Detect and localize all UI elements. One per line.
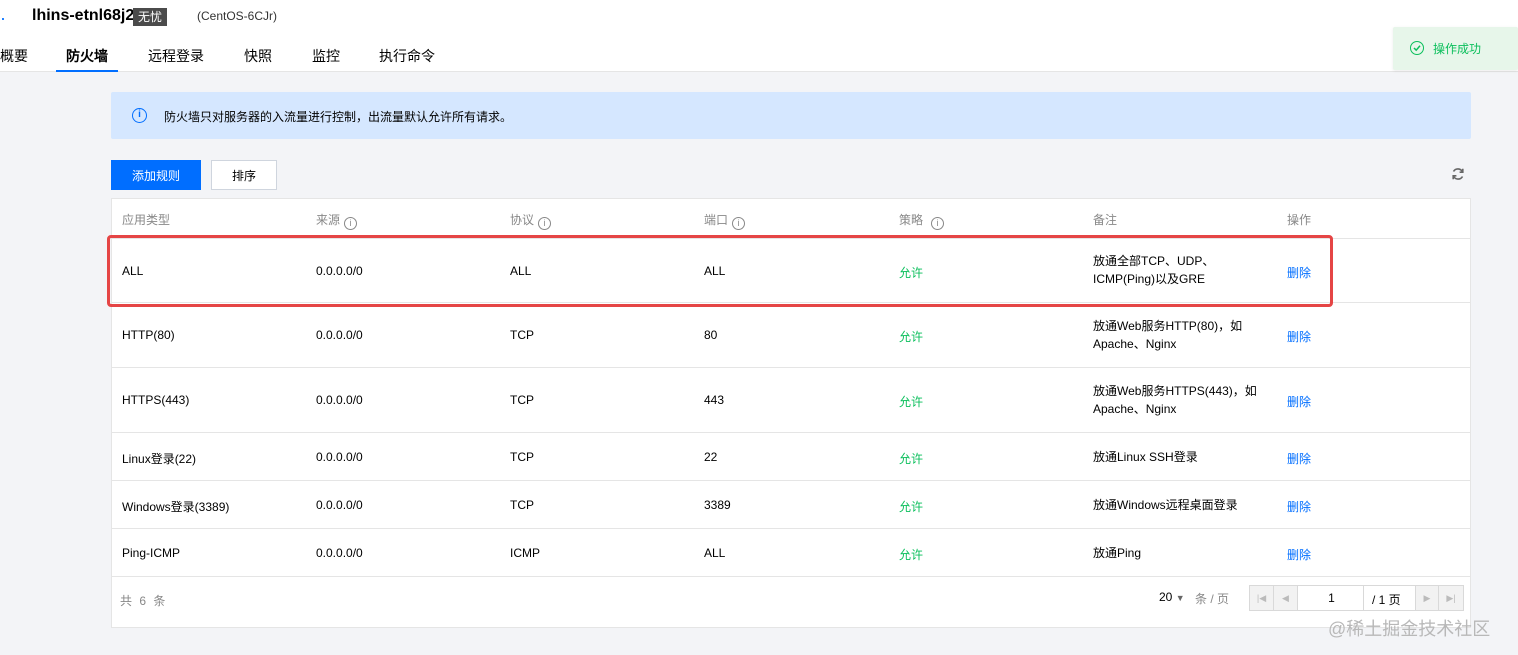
cell-source: 0.0.0.0/0 — [316, 393, 363, 407]
cell-source: 0.0.0.0/0 — [316, 546, 363, 560]
check-circle-icon — [1410, 41, 1424, 55]
page-size-select[interactable]: 20 ▼ — [1159, 590, 1185, 604]
back-arrow-icon[interactable]: · — [0, 8, 6, 29]
delete-link[interactable]: 删除 — [1287, 450, 1311, 467]
instance-name: lhins-etnl68j2 — [32, 7, 135, 24]
page-size-value: 20 — [1159, 590, 1173, 604]
column-policy-label: 策略 — [899, 213, 924, 227]
cell-protocol: TCP — [510, 450, 534, 464]
cell-policy: 允许 — [899, 500, 924, 514]
total-pages: / 1 页 — [1372, 593, 1401, 607]
column-source: 来源 i — [316, 211, 358, 230]
cell-source: 0.0.0.0/0 — [316, 328, 363, 342]
table-row: Windows登录(3389) 0.0.0.0/0 TCP 3389 允许 放通… — [112, 481, 1470, 529]
cell-protocol: TCP — [510, 328, 534, 342]
cell-protocol: TCP — [510, 393, 534, 407]
cell-source: 0.0.0.0/0 — [316, 498, 363, 512]
table-row: HTTPS(443) 0.0.0.0/0 TCP 443 允许 放通Web服务H… — [112, 368, 1470, 433]
column-remark: 备注 — [1093, 213, 1118, 227]
cell-app: Linux登录(22) — [122, 452, 197, 466]
table-row: HTTP(80) 0.0.0.0/0 TCP 80 允许 放通Web服务HTTP… — [112, 303, 1470, 368]
add-rule-button[interactable]: 添加规则 — [111, 160, 201, 190]
cell-policy: 允许 — [899, 548, 924, 562]
cell-policy: 允许 — [899, 452, 924, 466]
column-action: 操作 — [1287, 213, 1312, 227]
instance-os: (CentOS-6CJr) — [197, 9, 278, 23]
cell-app: HTTP(80) — [122, 328, 175, 342]
refresh-icon[interactable] — [1451, 167, 1465, 181]
total-count: 共 6 条 — [120, 594, 168, 608]
instance-badge: 无忧 — [133, 8, 168, 26]
column-protocol-label: 协议 — [510, 213, 535, 227]
cell-app: HTTPS(443) — [122, 393, 190, 407]
cell-protocol: ICMP — [510, 546, 540, 560]
prev-page-icon[interactable]: ◀ — [1274, 586, 1298, 610]
success-toast: 操作成功 — [1393, 27, 1518, 70]
column-port: 端口 i — [704, 211, 746, 230]
table-header: 应用类型 来源 i 协议 i 端口 i 策略 i 备注 操作 — [112, 199, 1470, 239]
last-page-icon[interactable]: ▶| — [1439, 586, 1463, 610]
delete-link[interactable]: 删除 — [1287, 328, 1311, 345]
cell-policy: 允许 — [899, 330, 924, 344]
tab-execute-command[interactable]: 执行命令 — [379, 46, 435, 72]
delete-link[interactable]: 删除 — [1287, 393, 1311, 410]
watermark: @稀土掘金技术社区 — [1328, 619, 1491, 639]
cell-remark: 放通Web服务HTTP(80)，如Apache、Nginx — [1093, 319, 1243, 351]
column-source-label: 来源 — [316, 213, 341, 227]
cell-port: ALL — [704, 546, 726, 560]
info-notice: i 防火墙只对服务器的入流量进行控制，出流量默认允许所有请求。 — [111, 92, 1471, 139]
info-icon[interactable]: i — [538, 217, 552, 230]
cell-protocol: TCP — [510, 498, 534, 512]
sort-button[interactable]: 排序 — [211, 160, 277, 190]
cell-port: 80 — [704, 328, 718, 342]
cell-app: Ping-ICMP — [122, 546, 181, 560]
cell-remark: 放通Linux SSH登录 — [1093, 450, 1198, 464]
toast-message: 操作成功 — [1433, 42, 1482, 56]
tab-firewall[interactable]: 防火墙 — [56, 46, 118, 72]
table-row: Linux登录(22) 0.0.0.0/0 TCP 22 允许 放通Linux … — [112, 433, 1470, 481]
info-icon: i — [132, 108, 147, 123]
info-icon[interactable]: i — [931, 217, 945, 230]
column-policy: 策略 i — [899, 211, 945, 230]
tab-monitoring[interactable]: 监控 — [312, 46, 340, 72]
cell-app: Windows登录(3389) — [122, 500, 230, 514]
table-row: Ping-ICMP 0.0.0.0/0 ICMP ALL 允许 放通Ping 删… — [112, 529, 1470, 577]
cell-port: 443 — [704, 393, 725, 407]
cell-port: 3389 — [704, 498, 731, 512]
cell-port: 22 — [704, 450, 718, 464]
column-protocol: 协议 i — [510, 211, 552, 230]
pagination: |◀ ◀ / 1 页 ▶ ▶| — [1249, 585, 1464, 611]
cell-remark: 放通Web服务HTTPS(443)，如Apache、Nginx — [1093, 384, 1257, 416]
info-icon[interactable]: i — [344, 217, 358, 230]
tab-snapshot[interactable]: 快照 — [244, 46, 272, 72]
tab-remote-login[interactable]: 远程登录 — [148, 46, 204, 72]
cell-policy: 允许 — [899, 395, 924, 409]
page-size-unit: 条 / 页 — [1195, 592, 1230, 606]
delete-link[interactable]: 删除 — [1287, 498, 1311, 515]
cell-source: 0.0.0.0/0 — [316, 450, 363, 464]
notice-text: 防火墙只对服务器的入流量进行控制，出流量默认允许所有请求。 — [164, 110, 513, 124]
chevron-down-icon: ▼ — [1175, 593, 1185, 603]
cell-remark: 放通Ping — [1093, 546, 1142, 560]
tab-overview[interactable]: 概要 — [0, 46, 28, 72]
top-bar: · lhins-etnl68j2 无忧 (CentOS-6CJr) 概要 防火墙… — [0, 0, 1518, 72]
column-port-label: 端口 — [704, 213, 729, 227]
info-icon[interactable]: i — [732, 217, 746, 230]
first-page-icon[interactable]: |◀ — [1250, 586, 1274, 610]
highlight-box — [107, 235, 1333, 307]
next-page-icon[interactable]: ▶ — [1415, 586, 1439, 610]
column-app-type: 应用类型 — [122, 213, 171, 227]
page-number-input[interactable] — [1300, 586, 1364, 610]
cell-remark: 放通Windows远程桌面登录 — [1093, 498, 1238, 512]
delete-link[interactable]: 删除 — [1287, 546, 1311, 563]
